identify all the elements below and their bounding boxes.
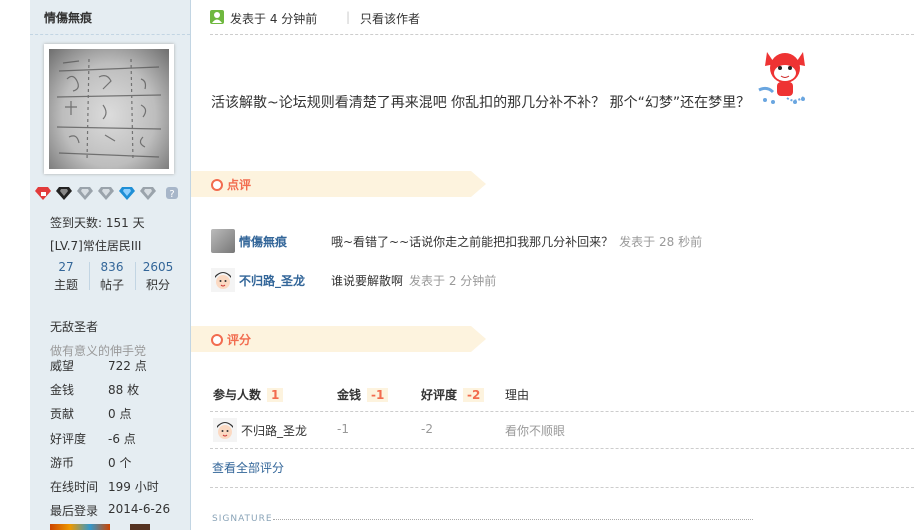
sign-days: 签到天数: 151 天 (50, 216, 145, 230)
divider (210, 411, 914, 412)
reputation-total-badge: -2 (463, 388, 485, 402)
divider (273, 519, 753, 520)
online-status-icon (210, 10, 224, 24)
medal-row: ? (35, 186, 187, 204)
black-gem-icon[interactable] (56, 186, 72, 200)
author-stats: 27 主题 836 帖子 2605 积分 (44, 258, 180, 294)
rating-reason: 看你不顺眼 (505, 424, 566, 438)
see-all-ratings-link[interactable]: 查看全部评分 (212, 459, 284, 476)
rating-section-header: 评分 (191, 326, 486, 352)
comment-time: 发表于 2 分钟前 (409, 274, 497, 288)
rating-reputation: -2 (421, 422, 433, 436)
rating-count-badge: 1 (267, 388, 284, 402)
meta-separator: | (346, 10, 351, 24)
rating-title: 评分 (227, 333, 252, 347)
divider (210, 448, 914, 449)
comment-text: 哦~看错了~~话说你走之前能把扣我那几分补回来？ 发表于 28 秒前 (331, 235, 703, 249)
rating-header-money: 金钱 -1 (337, 386, 389, 403)
rating-money: -1 (337, 422, 349, 436)
author-avatar[interactable] (44, 44, 174, 174)
comment-time: 发表于 28 秒前 (619, 235, 703, 249)
rating-user[interactable]: 不归路_圣龙 (241, 422, 307, 439)
avatar[interactable] (211, 229, 235, 253)
divider (210, 487, 914, 488)
divider (210, 34, 914, 35)
diamond-icon[interactable] (140, 186, 156, 200)
comment-user[interactable]: 情傷無痕 (239, 233, 287, 250)
comments-section-header: 点评 (191, 171, 486, 197)
avatar-image (49, 49, 169, 169)
stat-points[interactable]: 2605 积分 (136, 258, 180, 294)
author-sidebar: 情傷無痕 ? 签到天数: 151 天 [LV.7]常住居民III 27 主题 8… (30, 0, 191, 530)
red-gem-icon[interactable] (35, 186, 51, 200)
only-author-link[interactable]: 只看该作者 (360, 10, 420, 27)
signature-label: SIGNATURE (212, 514, 273, 524)
help-icon[interactable]: ? (165, 186, 181, 200)
comment-item: 不归路_圣龙 谁说要解散啊 发表于 2 分钟前 (211, 268, 911, 294)
svg-text:?: ? (169, 189, 174, 200)
badge-strip (50, 524, 190, 530)
avatar[interactable] (213, 418, 237, 442)
comment-item: 情傷無痕 哦~看错了~~话说你走之前能把扣我那几分补回来？ 发表于 28 秒前 (211, 229, 911, 255)
badge-image[interactable] (130, 524, 150, 530)
post-content: 活该解散~论坛规则看清楚了再来混吧 你乱扣的那几分补不补？ 那个“幻梦”还在梦里… (211, 95, 751, 111)
comments-title: 点评 (227, 178, 252, 192)
diamond-icon[interactable] (77, 186, 93, 200)
rating-header-participants: 参与人数 1 (213, 386, 284, 403)
avatar[interactable] (211, 268, 235, 292)
circle-icon (211, 334, 223, 346)
blue-diamond-icon[interactable] (119, 186, 135, 200)
user-group[interactable]: 无敌圣者 (50, 318, 98, 335)
comment-user[interactable]: 不归路_圣龙 (239, 272, 305, 289)
post-time: 发表于 4 分钟前 (230, 12, 318, 26)
rating-header-reputation: 好评度 -2 (421, 386, 485, 403)
badge-image[interactable] (50, 524, 110, 530)
author-username[interactable]: 情傷無痕 (44, 9, 92, 26)
red-fox-cartoon-icon (757, 44, 813, 108)
circle-icon (211, 179, 223, 191)
diamond-icon[interactable] (98, 186, 114, 200)
divider (30, 34, 190, 35)
money-total-badge: -1 (367, 388, 389, 402)
user-level[interactable]: [LV.7]常住居民III (50, 237, 141, 254)
post-main: 发表于 4 分钟前 | 只看该作者 活该解散~论坛规则看清楚了再来混吧 你乱扣的… (191, 0, 914, 530)
stat-posts[interactable]: 836 帖子 (90, 258, 134, 294)
comment-text: 谁说要解散啊 发表于 2 分钟前 (331, 274, 497, 288)
stat-topics[interactable]: 27 主题 (44, 258, 88, 294)
rating-header-reason: 理由 (505, 388, 530, 402)
